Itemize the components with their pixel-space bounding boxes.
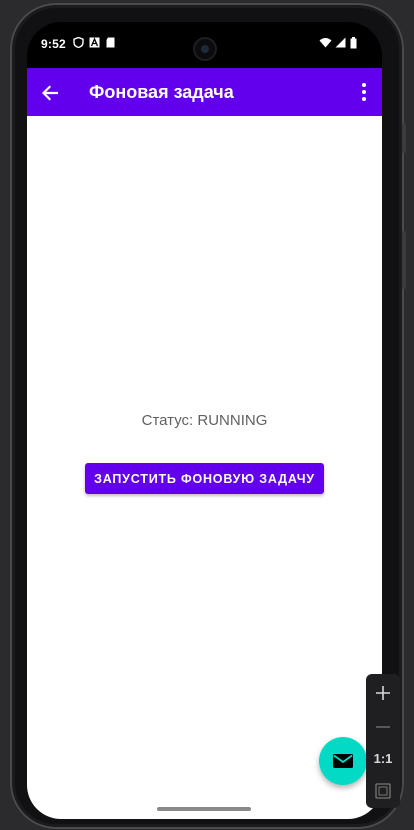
status-label: Статус: RUNNING — [141, 412, 268, 429]
status-time: 9:52 — [41, 37, 66, 51]
battery-icon — [350, 37, 357, 49]
actual-size-button[interactable]: 1:1 — [366, 743, 400, 775]
arrow-back-icon[interactable] — [37, 80, 63, 106]
emulator-zoom-toolbar: 1:1 — [366, 674, 400, 808]
status-bar: 9:52 — [27, 22, 382, 68]
fit-screen-icon[interactable] — [366, 775, 400, 807]
shield-icon — [73, 36, 84, 49]
app-bar: Фоновая задача — [27, 68, 382, 116]
device-screen: 9:52 Фоновая задача Статус: RUNNING ЗАПУ… — [27, 22, 382, 819]
more-vert-icon[interactable] — [354, 80, 374, 104]
gesture-nav-bar[interactable] — [157, 807, 251, 811]
volume-button — [402, 123, 406, 153]
email-icon — [333, 754, 353, 768]
minus-icon[interactable] — [366, 710, 400, 742]
power-button — [402, 231, 406, 289]
start-background-task-button[interactable]: ЗАПУСТИТЬ ФОНОВУЮ ЗАДАЧУ — [85, 463, 324, 494]
front-camera — [195, 39, 215, 59]
sd-card-icon — [105, 37, 116, 48]
email-fab[interactable] — [319, 737, 367, 785]
main-content: Статус: RUNNING ЗАПУСТИТЬ ФОНОВУЮ ЗАДАЧУ — [27, 116, 382, 819]
a-icon — [89, 37, 100, 48]
plus-icon[interactable] — [366, 677, 400, 709]
page-title: Фоновая задача — [89, 82, 234, 102]
wifi-icon — [319, 37, 332, 48]
signal-icon — [335, 37, 346, 48]
